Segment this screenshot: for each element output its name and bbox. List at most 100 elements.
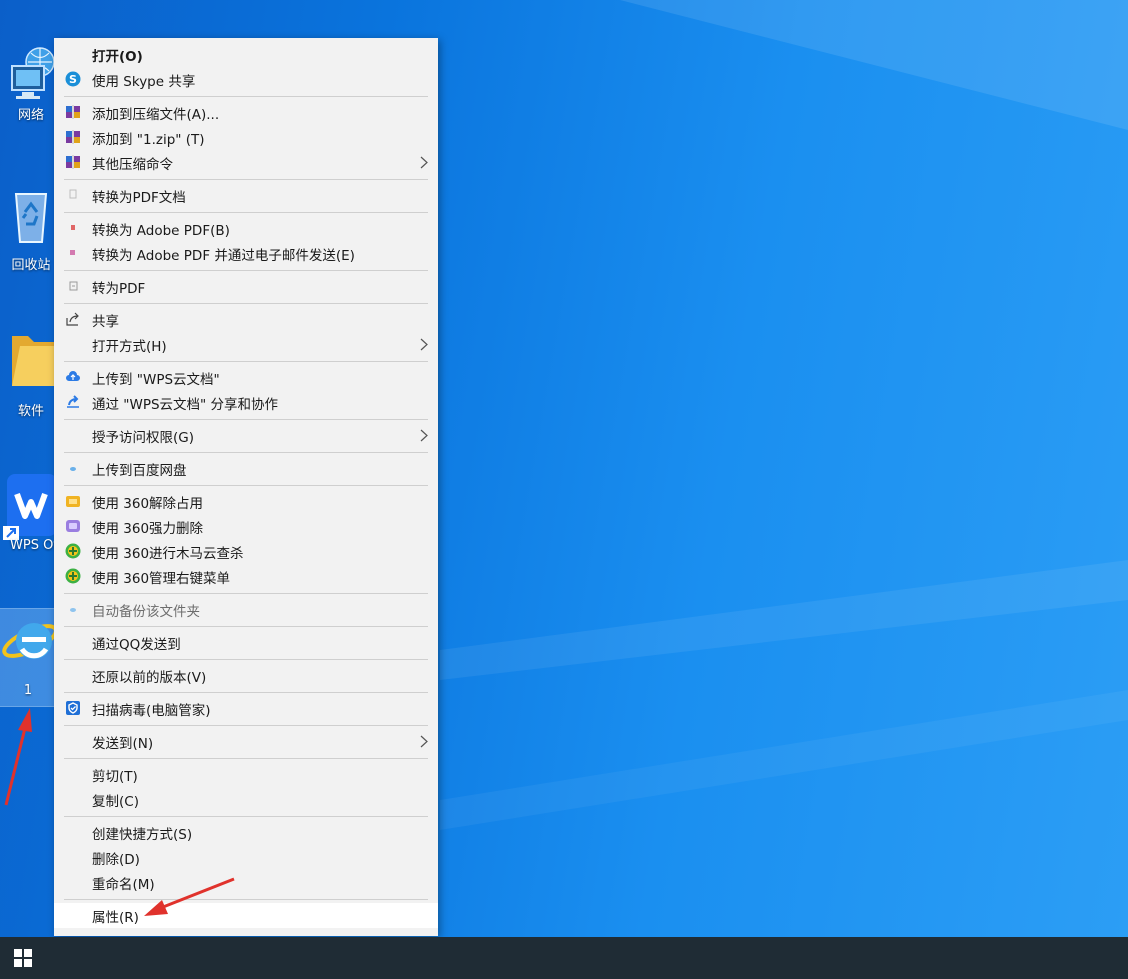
menu-item-wps-share-collab[interactable]: 通过 "WPS云文档" 分享和协作 <box>54 390 438 415</box>
menu-separator <box>64 725 428 726</box>
menu-item-copy[interactable]: 复制(C) <box>54 787 438 812</box>
menu-item-properties[interactable]: 属性(R) <box>54 903 438 928</box>
chevron-right-icon <box>420 429 428 442</box>
menu-item-convert-adobe-pdf[interactable]: 转换为 Adobe PDF(B) <box>54 216 438 241</box>
menu-item-label: 使用 360管理右键菜单 <box>92 570 231 587</box>
menu-separator <box>64 96 428 97</box>
network-icon <box>11 47 54 99</box>
to-pdf-icon <box>65 278 81 294</box>
menu-item-upload-baidu[interactable]: 上传到百度网盘 <box>54 456 438 481</box>
menu-separator <box>64 485 428 486</box>
menu-item-label: 转换为PDF文档 <box>92 189 186 206</box>
adobe-pdf-email-icon <box>65 245 81 261</box>
folder-icon <box>12 336 54 386</box>
menu-item-open[interactable]: 打开(O) <box>54 42 438 67</box>
menu-item-auto-backup[interactable]: 自动备份该文件夹 <box>54 597 438 622</box>
menu-item-label: 创建快捷方式(S) <box>92 826 193 843</box>
winrar-icon <box>65 104 81 120</box>
desktop-icon-software-folder[interactable]: 软件 <box>0 330 62 419</box>
chevron-right-icon <box>420 735 428 748</box>
chevron-right-icon <box>420 338 428 351</box>
menu-item-360-trojan-scan[interactable]: 使用 360进行木马云查杀 <box>54 539 438 564</box>
desktop-icon-label: 网络 <box>17 108 44 123</box>
wps-cloud-upload-icon <box>65 369 81 385</box>
360-security-icon <box>65 568 81 584</box>
menu-item-upload-wps-cloud[interactable]: 上传到 "WPS云文档" <box>54 365 438 390</box>
desktop-icon-network[interactable]: 网络 <box>0 44 62 123</box>
menu-item-convert-adobe-pdf-email[interactable]: 转换为 Adobe PDF 并通过电子邮件发送(E) <box>54 241 438 266</box>
menu-item-delete[interactable]: 删除(D) <box>54 845 438 870</box>
menu-item-share[interactable]: 共享 <box>54 307 438 332</box>
menu-separator <box>64 816 428 817</box>
menu-item-add-to-archive[interactable]: 添加到压缩文件(A)... <box>54 100 438 125</box>
menu-item-grant-access[interactable]: 授予访问权限(G) <box>54 423 438 448</box>
menu-item-label: 剪切(T) <box>92 768 138 785</box>
menu-item-send-to[interactable]: 发送到(N) <box>54 729 438 754</box>
menu-item-label: 通过 "WPS云文档" 分享和协作 <box>92 396 279 413</box>
menu-separator <box>64 179 428 180</box>
winrar-icon <box>65 129 81 145</box>
menu-item-label: 添加到 "1.zip" (T) <box>92 131 205 148</box>
menu-item-label: 扫描病毒(电脑管家) <box>92 702 211 719</box>
annotation-arrow-icon <box>4 708 32 806</box>
menu-item-360-manage-context[interactable]: 使用 360管理右键菜单 <box>54 564 438 589</box>
menu-item-add-to-zip[interactable]: 添加到 "1.zip" (T) <box>54 125 438 150</box>
menu-item-label: 上传到百度网盘 <box>92 462 187 479</box>
windows-logo-icon <box>14 949 32 967</box>
start-button[interactable] <box>0 937 46 979</box>
menu-item-label: 转换为 Adobe PDF(B) <box>92 222 230 239</box>
menu-item-convert-pdf-doc[interactable]: 转换为PDF文档 <box>54 183 438 208</box>
menu-separator <box>64 361 428 362</box>
baidu-netdisk-icon <box>65 460 81 476</box>
menu-item-cut[interactable]: 剪切(T) <box>54 762 438 787</box>
menu-separator <box>64 419 428 420</box>
menu-item-label: 转为PDF <box>92 280 146 297</box>
menu-item-open-with[interactable]: 打开方式(H) <box>54 332 438 357</box>
menu-item-label: 添加到压缩文件(A)... <box>92 106 220 123</box>
menu-item-label: 打开方式(H) <box>92 338 167 355</box>
menu-item-share-skype[interactable]: S 使用 Skype 共享 <box>54 67 438 92</box>
menu-item-360-force-delete[interactable]: 使用 360强力删除 <box>54 514 438 539</box>
menu-item-label: 上传到 "WPS云文档" <box>92 371 220 388</box>
menu-item-create-shortcut[interactable]: 创建快捷方式(S) <box>54 820 438 845</box>
winrar-icon <box>65 154 81 170</box>
menu-separator <box>64 452 428 453</box>
menu-item-send-via-qq[interactable]: 通过QQ发送到 <box>54 630 438 655</box>
360-delete-icon <box>65 518 81 534</box>
share-icon <box>65 311 81 327</box>
menu-item-label: 自动备份该文件夹 <box>92 603 200 620</box>
context-menu: 打开(O) S 使用 Skype 共享 添加到压缩文件(A)... 添加到 "1… <box>54 38 438 936</box>
desktop-icon-ie-shortcut-1[interactable]: 1 <box>0 608 57 707</box>
menu-item-label: 通过QQ发送到 <box>92 636 181 653</box>
360-security-icon <box>65 543 81 559</box>
menu-item-360-unlock[interactable]: 使用 360解除占用 <box>54 489 438 514</box>
menu-item-to-pdf[interactable]: 转为PDF <box>54 274 438 299</box>
menu-separator <box>64 626 428 627</box>
menu-item-label: 使用 360解除占用 <box>92 495 204 512</box>
menu-separator <box>64 758 428 759</box>
menu-item-rename[interactable]: 重命名(M) <box>54 870 438 895</box>
chevron-right-icon <box>420 156 428 169</box>
360-unlock-icon <box>65 493 81 509</box>
recycle-bin-icon <box>14 193 48 243</box>
desktop-icon-label: 软件 <box>17 404 44 419</box>
menu-item-label: 属性(R) <box>92 909 139 926</box>
desktop-icon-wps-office[interactable]: WPS Of <box>0 472 62 553</box>
desktop-icon-recycle-bin[interactable]: 回收站 <box>0 186 62 273</box>
adobe-pdf-icon <box>65 220 81 236</box>
menu-item-label: 共享 <box>92 313 119 330</box>
menu-item-label: 打开(O) <box>92 48 143 65</box>
menu-separator <box>64 270 428 271</box>
menu-item-label: 使用 Skype 共享 <box>92 73 196 90</box>
baidu-netdisk-icon <box>65 601 81 617</box>
menu-item-scan-virus[interactable]: 扫描病毒(电脑管家) <box>54 696 438 721</box>
menu-item-other-compress[interactable]: 其他压缩命令 <box>54 150 438 175</box>
menu-item-label: 发送到(N) <box>92 735 154 752</box>
menu-item-label: 使用 360强力删除 <box>92 520 204 537</box>
menu-separator <box>64 212 428 213</box>
menu-item-restore-previous[interactable]: 还原以前的版本(V) <box>54 663 438 688</box>
internet-explorer-icon <box>2 623 56 659</box>
pdf-doc-icon <box>65 187 81 203</box>
menu-separator <box>64 659 428 660</box>
menu-separator <box>64 593 428 594</box>
